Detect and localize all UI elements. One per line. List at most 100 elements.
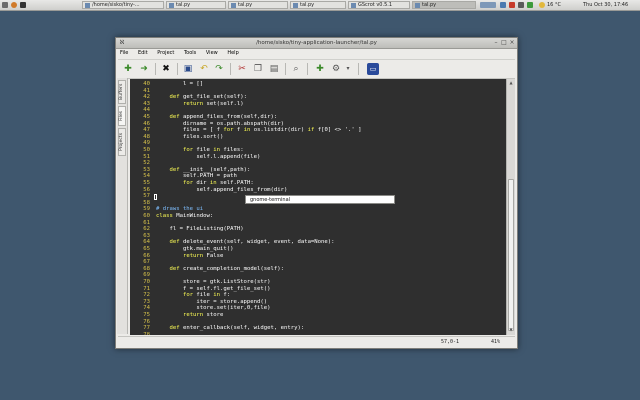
cursor-position: 57,0-1 (441, 339, 460, 345)
taskbar-item-active[interactable]: tal.py (412, 1, 476, 9)
browser-icon[interactable] (11, 2, 17, 8)
title-bar[interactable]: ℵ /home/sisko/tiny-application-launcher/… (116, 38, 517, 49)
menu-edit[interactable]: Edit (138, 50, 148, 56)
save-icon[interactable]: ▣ (182, 63, 194, 75)
new-file-icon[interactable]: ✚ (122, 63, 134, 75)
code-line: store = gtk.ListStore(str) (156, 279, 271, 285)
code-line: def delete_event(self, widget, event, da… (169, 239, 335, 246)
clock[interactable]: Thu Oct 30, 17:46 (583, 1, 628, 9)
code-editor[interactable]: 40 l = [] 41 42 def get_file_set(self): 43 … (130, 79, 506, 335)
code-line: return set(self.l) (182, 100, 244, 107)
scroll-down-icon[interactable]: ▼ (508, 327, 514, 333)
vertical-scrollbar[interactable]: ▲ ▼ (506, 79, 515, 335)
line-number: 66 (143, 252, 150, 259)
taskbar-item[interactable]: tal.py (228, 1, 288, 9)
code-line: for file in files: (182, 147, 244, 153)
line-number: 76 (143, 318, 150, 325)
app-menu-icon[interactable] (2, 2, 8, 8)
tab-buffers[interactable]: Buffers (118, 80, 126, 104)
menu-help[interactable]: Help (227, 50, 238, 56)
side-tabs: Buffers Files Projects (117, 78, 128, 334)
maximize-icon[interactable]: □ (501, 40, 507, 46)
code-line: def __init__(self,path): (169, 166, 251, 173)
menu-file[interactable]: File (120, 50, 128, 56)
code-line: self.append_files_from(dir) (156, 186, 288, 193)
code-line: dirname = os.path.abspath(dir) (156, 120, 284, 127)
line-number: 43 (143, 100, 150, 107)
close-file-icon[interactable]: ✖ (160, 63, 172, 75)
line-number: 61 (143, 219, 150, 226)
camera-icon (351, 3, 356, 8)
run-icon[interactable]: ✚ (314, 63, 326, 75)
volume-icon[interactable] (518, 2, 524, 8)
code-line: def get_file_set(self): (169, 94, 247, 101)
weather-icon (539, 2, 545, 8)
scroll-percent: 41% (491, 339, 501, 345)
editor-window: ℵ /home/sisko/tiny-application-launcher/… (115, 37, 518, 349)
code-line: gtk.main_quit() (156, 246, 234, 252)
line-number: 40 (143, 81, 150, 87)
find-icon[interactable]: ⌕ (290, 63, 302, 75)
line-number: 64 (143, 239, 150, 246)
menu-bar: File Edit Project Tools View Help (116, 49, 517, 58)
scrollbar-thumb[interactable] (508, 179, 514, 331)
toolbar-separator (358, 63, 359, 75)
menu-project[interactable]: Project (157, 50, 174, 56)
line-number: 44 (143, 107, 150, 114)
taskbar-item[interactable]: GScrot v0.5.1 (348, 1, 410, 9)
line-number: 58 (143, 199, 150, 206)
battery-icon[interactable] (527, 2, 533, 8)
close-icon[interactable]: × (509, 40, 515, 46)
line-number: 45 (143, 114, 150, 120)
line-number: 48 (143, 133, 150, 140)
line-number: 62 (143, 226, 150, 233)
copy-icon[interactable]: ❐ (252, 63, 264, 75)
cut-icon[interactable]: ✂ (236, 63, 248, 75)
line-number: 46 (143, 120, 150, 127)
line-number: 65 (143, 246, 150, 252)
line-number: 67 (143, 259, 150, 266)
terminal-icon[interactable]: ▭ (367, 63, 379, 75)
tab-files[interactable]: Files (118, 106, 126, 126)
update-icon[interactable] (509, 2, 515, 8)
code-line: self.PATH = path (156, 173, 237, 180)
toolbar: ✚ ➜ ✖ ▣ ↶ ↷ ✂ ❐ ▤ ⌕ ✚ ⚙ ▾ ▭ (118, 59, 515, 79)
redo-icon[interactable]: ↷ (213, 63, 225, 75)
minimize-icon[interactable]: – (493, 40, 499, 46)
network-icon[interactable] (500, 2, 506, 8)
python-file-icon (169, 3, 174, 8)
scroll-up-icon[interactable]: ▲ (508, 80, 514, 86)
python-file-icon (231, 3, 236, 8)
line-number: 78 (143, 331, 150, 335)
workspace-switcher-icon[interactable] (480, 2, 496, 8)
taskbar-item[interactable]: tal.py (290, 1, 346, 9)
line-number: 73 (143, 298, 150, 305)
weather-temp: 16 °C (547, 2, 561, 8)
menu-view[interactable]: View (206, 50, 218, 56)
completion-input[interactable]: gnome-terminal (250, 197, 290, 203)
toolbar-separator (285, 63, 286, 75)
undo-icon[interactable]: ↶ (198, 63, 210, 75)
line-number: 74 (143, 305, 150, 312)
code-line: store.set(iter,0,file) (156, 305, 271, 312)
build-icon[interactable]: ⚙ (330, 63, 342, 75)
python-file-icon (293, 3, 298, 8)
terminal-icon[interactable] (20, 2, 26, 8)
taskbar-item[interactable]: tal.py (166, 1, 226, 9)
text-cursor (154, 193, 157, 200)
code-line: return store (182, 312, 224, 318)
paste-icon[interactable]: ▤ (268, 63, 280, 75)
completion-popup[interactable]: gnome-terminal (245, 195, 395, 204)
open-icon[interactable]: ➜ (138, 63, 150, 75)
line-number: 47 (143, 127, 150, 134)
line-number: 75 (143, 312, 150, 318)
dropdown-arrow-icon[interactable]: ▾ (344, 63, 352, 75)
menu-tools[interactable]: Tools (184, 50, 196, 56)
tab-projects[interactable]: Projects (118, 128, 126, 156)
line-number: 60 (143, 213, 150, 219)
app-icon[interactable]: ℵ (119, 40, 125, 46)
code-line: # draws the ui (156, 206, 204, 213)
code-line: fl = FileListing(PATH) (156, 226, 244, 233)
taskbar-item[interactable]: /home/sisko/tiny-... (82, 1, 164, 9)
line-number: 42 (143, 94, 150, 101)
